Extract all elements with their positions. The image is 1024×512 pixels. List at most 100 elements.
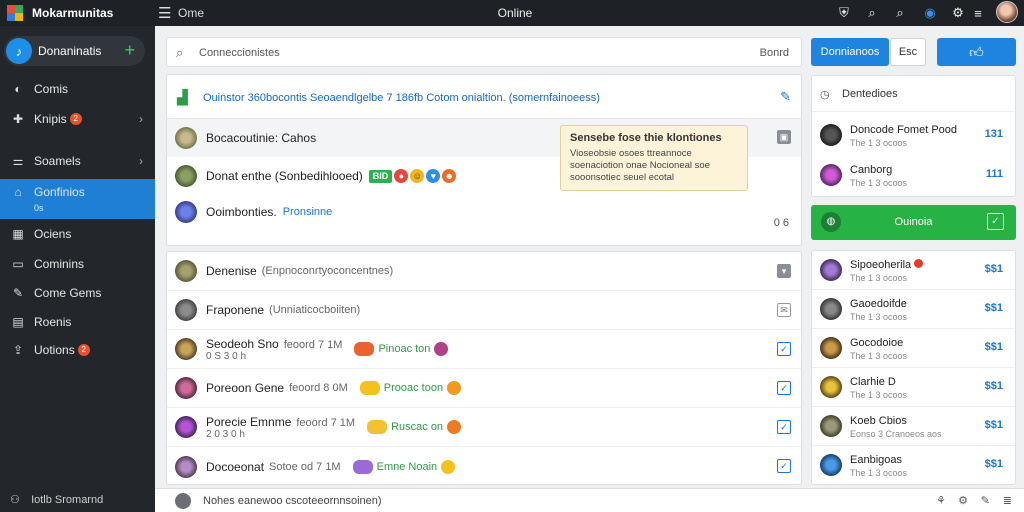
list-item[interactable]: Fraponene (Unniaticocboiiten) ✉: [167, 291, 801, 330]
sidebar-item-come-gems[interactable]: ✎ Come Gems: [0, 280, 155, 306]
list-item[interactable]: Clarhie D The 1 3 ocoos $$1: [812, 368, 1015, 407]
search-icon-2[interactable]: ⌕: [892, 5, 908, 21]
avatar: [175, 165, 197, 187]
item-name: Clarhie D: [850, 376, 896, 388]
list-item[interactable]: Gocodoioe The 1 3 ocoos $$1: [812, 329, 1015, 368]
right-panel-top: ◷ Dentedioes Doncode Fomet Pood The 1 3 …: [811, 75, 1016, 197]
list-item[interactable]: Denenise (Enpnoconrtyoconcentnes) ▾: [167, 252, 801, 291]
sidebar-item-cominins[interactable]: ▭ Cominins: [0, 251, 155, 277]
sidebar-item-soamels[interactable]: ⚌ Soamels ›: [0, 148, 155, 174]
settings-icon[interactable]: ⚙: [958, 494, 968, 507]
item-sub: The 1 3 ocoos: [850, 273, 908, 283]
search-icon[interactable]: ⌕: [864, 5, 880, 21]
like-icon[interactable]: ♥: [426, 169, 441, 183]
feed-item-name: Donat enthe (Sonbedihlooed): [206, 169, 363, 183]
list-item[interactable]: Docoeonat Sotoe od 7 1M Emne Noain ✓: [167, 447, 801, 486]
sidebar-item-roenis[interactable]: ▤ Roenis: [0, 309, 155, 335]
list-item[interactable]: Koeb Cbios Eonso 3 Cranoeos aos $$1: [812, 407, 1015, 446]
edit-icon[interactable]: ✎: [981, 494, 990, 507]
item-name: Gocodoioe: [850, 337, 904, 349]
sidebar-item-label: Cominins: [34, 257, 85, 271]
item-value: $$1: [984, 341, 1003, 353]
search-input[interactable]: [199, 44, 719, 62]
list-item[interactable]: Gaoedoifde The 1 3 ocoos $$1: [812, 290, 1015, 329]
avatar: [820, 298, 842, 320]
avatar: [820, 454, 842, 476]
checkbox[interactable]: ✓: [777, 459, 791, 473]
sidebar-item-gonfinios[interactable]: ⌂ Gonfinios 0s: [0, 179, 155, 219]
sidebar-item-knipis[interactable]: ✚ Knipis 2 ›: [0, 106, 155, 132]
item-value: $$1: [984, 380, 1003, 392]
hamburger-menu-icon[interactable]: ☰: [158, 4, 171, 22]
sidebar-item-label: Uotions: [34, 343, 75, 357]
feed-item[interactable]: Ooimbonties. Pronsinne: [167, 193, 801, 231]
list-item[interactable]: Seodeoh Sno feoord 7 1M 0 S 3 0 h Pinoac …: [167, 330, 801, 369]
game-category[interactable]: Prooac toon: [384, 382, 443, 394]
bottom-bar: Nohes eanewoo cscoteeornnsoinen) ⚘ ⚙ ✎ ≣: [155, 488, 1024, 512]
list-item[interactable]: Eanbigoas The 1 3 ocoos $$1: [812, 446, 1015, 485]
list-item[interactable]: Porecie Emnme feoord 7 1M 2 0 3 0 h Rusca…: [167, 408, 801, 447]
list-item[interactable]: Canborg The 1 3 ocoos 111: [812, 156, 1015, 196]
sidebar-item-uotions[interactable]: ⇪ Uotions 2: [0, 337, 155, 363]
checkbox[interactable]: ✓: [777, 420, 791, 434]
feed-card: ▟ Ouinstor 360bocontis Seoaendlgelbe 7 1…: [166, 74, 802, 246]
shield-icon[interactable]: ⛨: [836, 5, 852, 21]
game-category[interactable]: Pinoac ton: [378, 343, 430, 355]
laugh-icon[interactable]: ☻: [442, 169, 457, 183]
smile-icon[interactable]: [447, 420, 462, 434]
online-status-bar[interactable]: ◍ Ouinoia ✓: [811, 205, 1016, 240]
star-icon[interactable]: [447, 381, 462, 395]
item-sub: The 1 3 ocoos: [850, 390, 908, 400]
sliders-icon[interactable]: ≡: [970, 5, 986, 21]
checkbox[interactable]: ✓: [777, 381, 791, 395]
smile-icon[interactable]: ☺: [410, 169, 425, 183]
notification-badge: 2: [77, 344, 90, 356]
checkbox[interactable]: ✓: [777, 342, 791, 356]
game-badge-icon: [359, 381, 380, 395]
list-item[interactable]: Poreoon Gene feoord 8 0M Prooac toon ✓: [167, 369, 801, 408]
list-item[interactable]: Doncode Fomet Pood The 1 3 ocoos 131: [812, 116, 1015, 156]
settings-icon[interactable]: ⚙: [950, 5, 966, 21]
list-item[interactable]: Sipoeoherila The 1 3 ocoos $$1: [812, 251, 1015, 290]
breadcrumb[interactable]: Ome: [178, 6, 204, 20]
smile-icon[interactable]: [441, 459, 456, 474]
more-icon[interactable]: ▣: [777, 130, 791, 144]
add-icon[interactable]: +: [124, 40, 135, 61]
clipboard-icon: ▭: [12, 257, 24, 271]
secondary-button[interactable]: Esc: [890, 38, 926, 66]
sidebar-item-label: Gonfinios: [34, 185, 85, 199]
game-category[interactable]: Emne Noain: [377, 461, 438, 473]
share-icon[interactable]: ⚘: [936, 494, 946, 507]
puzzle-icon: ✚: [12, 112, 24, 126]
item-value: $$1: [984, 263, 1003, 275]
game-category[interactable]: Ruscac on: [391, 421, 443, 433]
panel-title: Dentedioes: [842, 88, 898, 100]
game-name: Porecie Emnme: [206, 414, 292, 429]
layers-icon[interactable]: ≣: [1003, 494, 1012, 507]
announcement-banner: ▟ Ouinstor 360bocontis Seoaendlgelbe 7 1…: [167, 75, 801, 119]
item-value: $$1: [984, 458, 1003, 470]
globe-icon[interactable]: ◉: [922, 5, 938, 21]
checkbox[interactable]: ✓: [987, 213, 1004, 230]
item-sub: The 1 3 ocoos: [850, 312, 908, 322]
games-list: Denenise (Enpnoconrtyoconcentnes) ▾ Frap…: [166, 251, 802, 485]
reaction-icon[interactable]: ●: [394, 169, 409, 183]
edit-icon[interactable]: ✎: [780, 89, 791, 105]
options-icon[interactable]: ▾: [777, 264, 791, 278]
search-button[interactable]: Bonrd: [760, 47, 789, 59]
heart-icon[interactable]: [434, 342, 449, 356]
alert-dot-icon: [914, 259, 924, 268]
feed-item-link[interactable]: Pronsinne: [283, 206, 333, 218]
sidebar-header[interactable]: ♪ Donaninatis +: [4, 36, 145, 66]
users-icon: ⚇: [10, 494, 20, 506]
mail-icon[interactable]: ✉: [777, 303, 791, 317]
sidebar-item-comis[interactable]: ◐ Comis: [0, 76, 155, 102]
game-meta: feoord 7 1M: [296, 416, 356, 429]
sidebar-footer[interactable]: ⚇ Iotlb Sromarnd: [10, 493, 103, 506]
sidebar-item-ociens[interactable]: ▦ Ociens: [0, 221, 155, 247]
banner-text[interactable]: Ouinstor 360bocontis Seoaendlgelbe 7 186…: [203, 92, 600, 104]
like-button[interactable]: 👍︎: [937, 38, 1016, 66]
primary-button[interactable]: Donnianoos: [811, 38, 889, 66]
chevron-right-icon: ›: [139, 154, 143, 168]
user-avatar[interactable]: [996, 1, 1018, 23]
